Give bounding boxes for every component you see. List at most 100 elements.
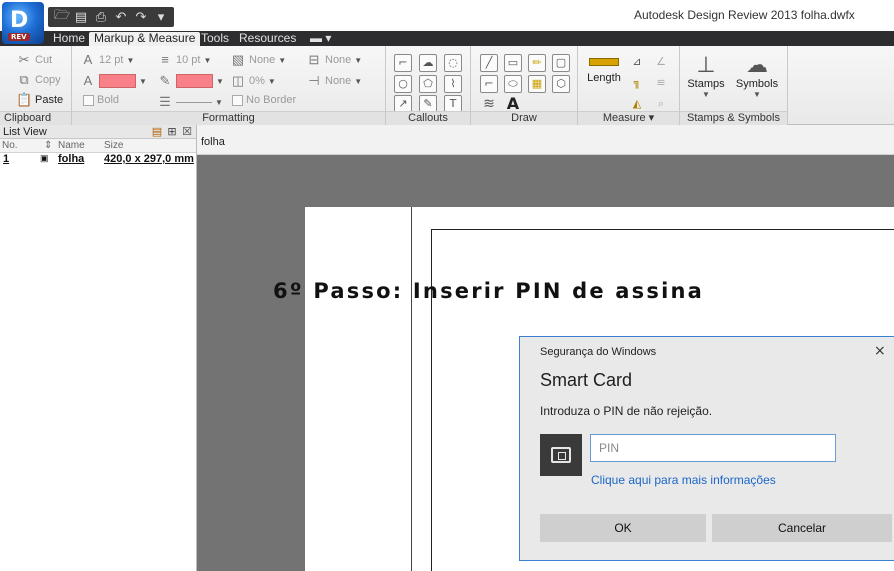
column-name[interactable]: Name bbox=[58, 140, 85, 151]
column-no[interactable]: No. bbox=[2, 140, 18, 151]
line-start-dropdown[interactable]: ⊣ None ▼ bbox=[306, 73, 362, 89]
formatting-group-label: Formatting bbox=[72, 111, 385, 125]
fill-color-swatch bbox=[176, 74, 213, 88]
rectangle-tool-icon[interactable]: ▭ bbox=[504, 54, 522, 72]
copy-button[interactable]: ⧉ Copy bbox=[16, 72, 60, 88]
card-chip-icon bbox=[551, 447, 571, 463]
tab-view-options[interactable]: ▬ ▾ bbox=[305, 32, 336, 46]
callouts-group-label: Callouts bbox=[386, 111, 470, 125]
list-view-title: List View bbox=[3, 126, 47, 138]
sort-icon[interactable]: ⇕ bbox=[44, 140, 52, 151]
tab-resources[interactable]: Resources bbox=[234, 32, 301, 46]
line-style-dropdown[interactable]: ☰ ▼ bbox=[157, 94, 223, 110]
document-tab-bar: folha bbox=[197, 125, 894, 155]
chevron-down-icon: ▼ bbox=[216, 76, 224, 86]
draw-group-label: Draw bbox=[471, 111, 577, 125]
application-menu-button[interactable]: D REV bbox=[2, 2, 44, 44]
callout-ellipse-icon[interactable]: ◌ bbox=[444, 54, 462, 72]
step-title: 6º Passo: Inserir PIN de assina bbox=[273, 279, 704, 303]
dialog-caption: Segurança do Windows bbox=[540, 346, 657, 358]
chevron-down-icon: ▼ bbox=[126, 55, 135, 65]
pencil-tool-icon[interactable]: ✏ bbox=[528, 54, 546, 72]
pin-input[interactable] bbox=[590, 434, 836, 462]
text-color-swatch bbox=[99, 74, 136, 88]
stamps-symbols-group-label: Stamps & Symbols bbox=[680, 111, 787, 125]
transparency-dropdown[interactable]: ◫ 0% ▼ bbox=[230, 73, 276, 89]
windows-security-dialog: Segurança do Windows × Smart Card Introd… bbox=[519, 336, 894, 561]
list-item[interactable]: 1 ▣ folha 420,0 x 297,0 mm bbox=[0, 153, 196, 166]
measure-group: Length ⊿ ∠ ╗ ≌ ◭ ⌕ Measure ▾ bbox=[578, 46, 680, 125]
coordinate-measure-icon[interactable]: ╗ bbox=[628, 75, 646, 93]
callout-rect-icon[interactable]: ⌐ bbox=[394, 54, 412, 72]
angle-measure-icon[interactable]: ∠ bbox=[652, 54, 670, 72]
tab-markup-measure[interactable]: Markup & Measure bbox=[89, 32, 201, 46]
ellipse-tool-icon[interactable]: ⬭ bbox=[504, 75, 522, 93]
column-size[interactable]: Size bbox=[104, 140, 123, 151]
redo-icon[interactable]: ↷ bbox=[134, 10, 148, 25]
cut-button[interactable]: ✂ Cut bbox=[16, 52, 53, 68]
chevron-down-icon: ▼ bbox=[203, 55, 212, 65]
radius-measure-icon[interactable]: ≌ bbox=[652, 75, 670, 93]
stamps-button[interactable]: ⊥ Stamps ▼ bbox=[684, 52, 728, 99]
clipboard-group: ✂ Cut ⧉ Copy 📋 Paste Clipboard bbox=[0, 46, 72, 125]
undo-icon[interactable]: ↶ bbox=[114, 10, 128, 25]
callout-polygon-icon[interactable]: ⬠ bbox=[419, 75, 437, 93]
ok-button[interactable]: OK bbox=[540, 514, 706, 542]
customize-qat-icon[interactable]: ▾ bbox=[154, 10, 168, 25]
measure-group-label[interactable]: Measure ▾ bbox=[578, 111, 679, 125]
ruler-icon bbox=[589, 58, 619, 66]
open-icon[interactable]: 🗁 bbox=[54, 6, 70, 28]
bold-checkbox[interactable]: Bold bbox=[83, 94, 119, 106]
polygon-tool-icon[interactable]: ⬡ bbox=[552, 75, 570, 93]
callout-circle-icon[interactable]: ○ bbox=[394, 75, 412, 93]
document-tab[interactable]: folha bbox=[201, 136, 225, 148]
fill-pattern-icon: ▧ bbox=[231, 52, 245, 67]
polyline-tool-icon[interactable]: ⌐ bbox=[480, 75, 498, 93]
text-color-dropdown[interactable]: A ▼ bbox=[80, 73, 147, 89]
fill-pattern-dropdown[interactable]: ▧ None ▼ bbox=[230, 52, 286, 68]
callout-cloud-icon[interactable]: ☁ bbox=[419, 54, 437, 72]
cancel-button[interactable]: Cancelar bbox=[712, 514, 892, 542]
paste-button[interactable]: 📋 Paste bbox=[16, 92, 63, 108]
tab-tools[interactable]: Tools bbox=[196, 32, 234, 46]
print-icon[interactable]: ⎙ bbox=[94, 10, 108, 25]
close-icon[interactable]: × bbox=[874, 343, 886, 359]
highlighter-tool-icon[interactable]: ▦ bbox=[528, 75, 546, 93]
formatting-group: A 12 pt ▼ ≡ 10 pt ▼ ▧ None ▼ ⊟ None ▼ A ▼ ✎ ▼ ◫ 0% ▼… bbox=[72, 46, 386, 125]
tab-home[interactable]: Home bbox=[48, 32, 90, 46]
checkbox-box bbox=[232, 94, 243, 106]
callouts-group: ⌐ ☁ ◌ ○ ⬠ ⌇ ↗ ✎ T Callouts bbox=[386, 46, 471, 125]
no-border-checkbox[interactable]: No Border bbox=[232, 94, 296, 106]
list-view-columns: No. ⇕ Name Size bbox=[0, 139, 196, 153]
length-button[interactable]: Length bbox=[584, 58, 624, 84]
line-end-dropdown[interactable]: ⊟ None ▼ bbox=[306, 52, 363, 68]
line-start-icon: ⊣ bbox=[308, 73, 320, 88]
list-view-header: List View ▤ ⊞ ☒ bbox=[0, 125, 196, 139]
list-view-options-icon[interactable]: ▤ bbox=[151, 125, 163, 138]
more-info-link[interactable]: Clique aqui para mais informações bbox=[591, 473, 776, 487]
area-measure-icon[interactable]: ⊿ bbox=[628, 54, 646, 72]
rounded-rect-tool-icon[interactable]: ▢ bbox=[552, 54, 570, 72]
symbols-button[interactable]: ☁ Symbols ▼ bbox=[730, 52, 784, 99]
line-weight-dropdown[interactable]: ≡ 10 pt ▼ bbox=[157, 52, 211, 68]
quick-access-toolbar: 🗁 ▤ ⎙ ↶ ↷ ▾ bbox=[48, 7, 174, 27]
scissors-icon: ✂ bbox=[18, 52, 30, 67]
line-weight-icon: ≡ bbox=[161, 52, 169, 67]
list-view-panel: List View ▤ ⊞ ☒ No. ⇕ Name Size 1 ▣ folh… bbox=[0, 125, 197, 571]
close-icon[interactable]: ☒ bbox=[181, 125, 193, 138]
ribbon: ✂ Cut ⧉ Copy 📋 Paste Clipboard A 12 pt ▼ ≡ 10 … bbox=[0, 46, 894, 125]
row-no: 1 bbox=[3, 153, 10, 165]
sheet-icon: ▣ bbox=[40, 153, 49, 163]
checkbox-box bbox=[83, 94, 94, 106]
save-icon[interactable]: ▤ bbox=[74, 10, 88, 25]
stamp-icon: ⊥ bbox=[696, 52, 716, 77]
chevron-down-icon: ▼ bbox=[139, 76, 147, 86]
title-bar: 🗁 ▤ ⎙ ↶ ↷ ▾ Autodesk Design Review 2013 … bbox=[0, 0, 894, 31]
chevron-down-icon: ▼ bbox=[278, 55, 287, 65]
font-size-dropdown[interactable]: A 12 pt ▼ bbox=[80, 52, 135, 68]
callout-polyline-icon[interactable]: ⌇ bbox=[444, 75, 462, 93]
fill-color-dropdown[interactable]: ✎ ▼ bbox=[157, 73, 224, 89]
dock-icon[interactable]: ⊞ bbox=[166, 125, 178, 138]
line-tool-icon[interactable]: ╱ bbox=[480, 54, 498, 72]
stamps-symbols-group: ⊥ Stamps ▼ ☁ Symbols ▼ Stamps & Symbols bbox=[680, 46, 788, 125]
